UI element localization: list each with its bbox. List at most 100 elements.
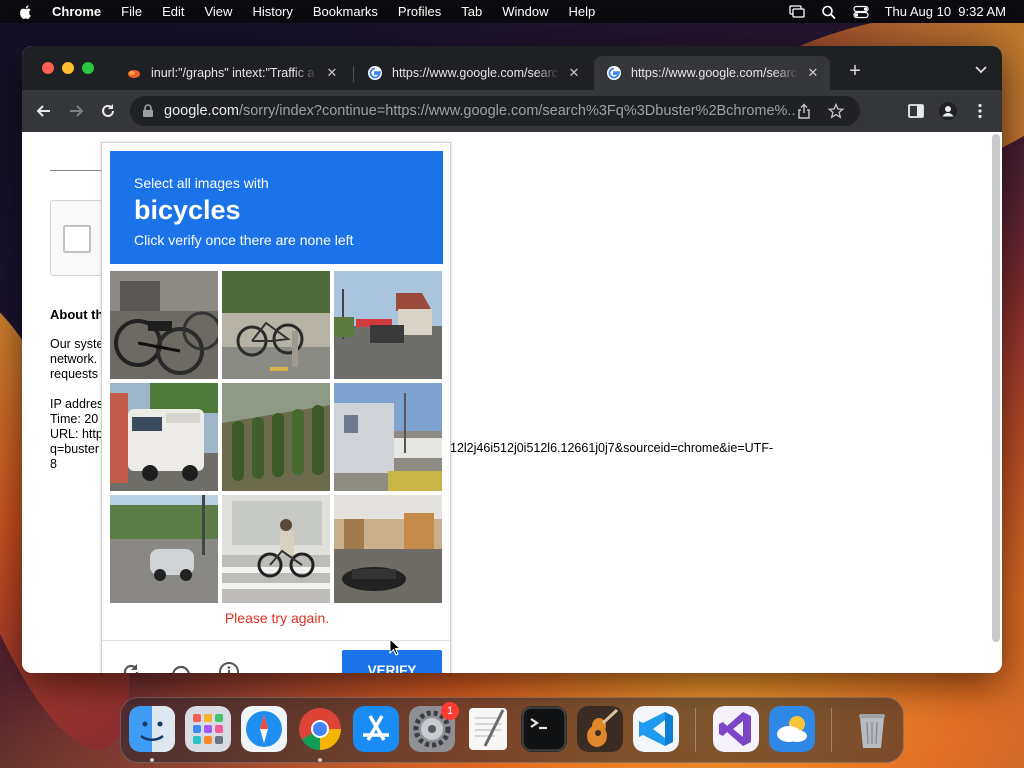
url-continuation: 12l2j46i512j0i512l6.12661j0j7&sourceid=c… <box>450 441 774 455</box>
captcha-tile-2[interactable] <box>222 271 330 379</box>
apple-icon[interactable] <box>18 4 34 20</box>
forward-arrow-icon[interactable] <box>66 101 86 121</box>
share-icon[interactable] <box>796 103 812 119</box>
launchpad-icon[interactable] <box>185 706 231 752</box>
firefox-fox-icon <box>128 70 140 78</box>
menu-view[interactable]: View <box>204 4 232 19</box>
settings-notification-badge: 1 <box>441 702 459 720</box>
address-bar-url[interactable]: google.com/sorry/index?continue=https://… <box>164 103 796 119</box>
safari-icon[interactable] <box>241 706 287 752</box>
back-arrow-icon[interactable] <box>34 101 54 121</box>
lock-icon[interactable] <box>142 104 154 118</box>
captcha-tile-9[interactable] <box>334 495 442 603</box>
tab-2-close-icon[interactable]: ✕ <box>566 65 582 81</box>
tab-separator <box>353 66 354 82</box>
window-minimize-button[interactable] <box>62 62 74 74</box>
finder-icon[interactable] <box>129 706 175 752</box>
tab-search-chevron-icon[interactable] <box>974 63 988 77</box>
side-panel-icon[interactable] <box>906 101 926 121</box>
garageband-icon[interactable] <box>577 706 623 752</box>
bookmark-star-icon[interactable] <box>828 103 844 119</box>
menu-extras: Thu Aug 10 9:32 AM <box>788 0 1006 23</box>
url-line: URL: http <box>50 427 103 441</box>
tab-3-close-icon[interactable]: ✕ <box>805 65 821 81</box>
terminal-icon[interactable] <box>521 706 567 752</box>
captcha-tile-7[interactable] <box>110 495 218 603</box>
captcha-tile-1[interactable] <box>110 271 218 379</box>
menu-window[interactable]: Window <box>502 4 548 19</box>
url-path: /sorry/index?continue=https://www.google… <box>238 103 796 119</box>
control-center-icon[interactable] <box>852 5 869 19</box>
paragraph-line-1: Our syste <box>50 337 104 351</box>
ip-address-line: IP addres <box>50 397 104 411</box>
weather-icon[interactable] <box>769 706 815 752</box>
url-host: google.com <box>164 103 239 119</box>
tab-3-active[interactable]: https://www.google.com/searc ✕ <box>594 56 830 90</box>
google-icon <box>368 66 382 80</box>
captcha-tile-4[interactable] <box>110 383 218 491</box>
menu-file[interactable]: File <box>121 4 142 19</box>
captcha-keyword: bicycles <box>134 195 241 225</box>
menu-clock[interactable]: Thu Aug 10 9:32 AM <box>885 4 1006 19</box>
menu-bar: Chrome File Edit View History Bookmarks … <box>0 0 1024 23</box>
vscode-icon[interactable] <box>633 706 679 752</box>
new-tab-icon[interactable]: + <box>844 61 866 83</box>
tab-3-title: https://www.google.com/searc <box>631 66 798 80</box>
page-content: About th Our syste network. requests IP … <box>22 132 1002 673</box>
captcha-instruction: Select all images with <box>134 175 269 191</box>
screen-mirroring-icon[interactable] <box>788 4 805 19</box>
time-line: Time: 20 <box>50 412 99 426</box>
captcha-image-grid <box>110 271 443 604</box>
url-line-3: 8 <box>50 457 57 471</box>
about-heading: About th <box>50 307 104 322</box>
tab-1[interactable]: inurl:"/graphs" intext:"Traffic a ✕ <box>114 56 349 90</box>
menu-help[interactable]: Help <box>569 4 596 19</box>
audio-challenge-icon[interactable] <box>170 661 192 673</box>
menu-history[interactable]: History <box>252 4 292 19</box>
url-line-2: q=buster <box>50 442 99 456</box>
tab-2-title: https://www.google.com/searc <box>392 66 559 80</box>
menu-app-name[interactable]: Chrome <box>52 4 101 19</box>
window-close-button[interactable] <box>42 62 54 74</box>
reload-challenge-icon[interactable] <box>120 661 142 673</box>
tab-1-close-icon[interactable]: ✕ <box>324 65 340 81</box>
page-scrollbar[interactable] <box>992 134 1000 642</box>
mouse-pointer-icon <box>389 638 401 656</box>
spotlight-search-icon[interactable] <box>821 5 837 19</box>
google-icon <box>607 66 621 80</box>
address-bar[interactable]: google.com/sorry/index?continue=https://… <box>130 96 860 126</box>
info-icon[interactable] <box>218 661 240 673</box>
finder-running-indicator <box>150 758 154 762</box>
captcha-tile-3[interactable] <box>334 271 442 379</box>
captcha-tile-5[interactable] <box>222 383 330 491</box>
dock-separator <box>831 708 832 752</box>
profile-icon[interactable] <box>938 101 958 121</box>
tab-1-title: inurl:"/graphs" intext:"Traffic a <box>151 66 315 80</box>
paragraph-line-3: requests <box>50 367 98 381</box>
dock-separator <box>695 708 696 752</box>
app-store-icon[interactable] <box>353 706 399 752</box>
menu-tab[interactable]: Tab <box>461 4 482 19</box>
captcha-challenge: Select all images with bicycles Click ve… <box>101 142 452 673</box>
visual-studio-icon[interactable] <box>713 706 759 752</box>
captcha-tile-6[interactable] <box>334 383 442 491</box>
dock <box>120 697 904 763</box>
tab-strip: inurl:"/graphs" intext:"Traffic a ✕ http… <box>22 46 1002 90</box>
chrome-icon[interactable] <box>297 706 343 752</box>
menu-edit[interactable]: Edit <box>162 4 184 19</box>
menu-bookmarks[interactable]: Bookmarks <box>313 4 378 19</box>
captcha-header: Select all images with bicycles Click ve… <box>110 151 443 264</box>
window-maximize-button[interactable] <box>82 62 94 74</box>
paragraph-line-2: network. <box>50 352 98 366</box>
captcha-tile-8[interactable] <box>222 495 330 603</box>
tab-2[interactable]: https://www.google.com/searc ✕ <box>355 56 591 90</box>
recaptcha-checkbox[interactable] <box>63 225 91 253</box>
chrome-running-indicator <box>318 758 322 762</box>
textedit-icon[interactable] <box>465 706 511 752</box>
menu-profiles[interactable]: Profiles <box>398 4 441 19</box>
reload-icon[interactable] <box>98 101 118 121</box>
captcha-error-message: Please try again. <box>224 610 330 626</box>
trash-icon[interactable] <box>849 706 895 752</box>
more-menu-icon[interactable] <box>970 101 990 121</box>
browser-window: inurl:"/graphs" intext:"Traffic a ✕ http… <box>22 46 1002 673</box>
